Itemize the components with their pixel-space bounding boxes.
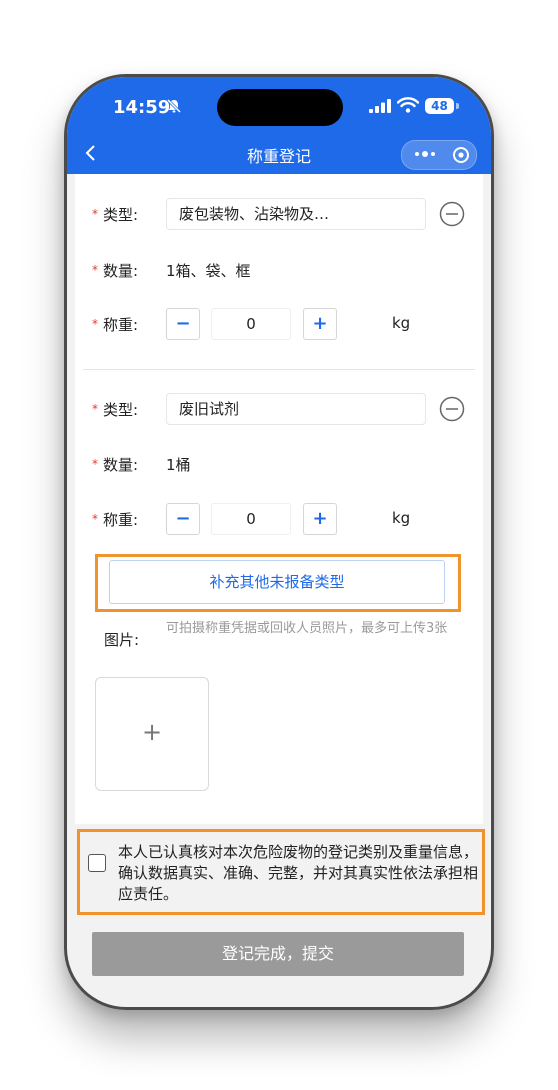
quantity-label: * 数量: bbox=[92, 456, 139, 474]
weight-decrement-button[interactable]: − bbox=[166, 503, 200, 535]
battery-tip bbox=[456, 103, 459, 109]
wifi-icon bbox=[397, 97, 419, 113]
photo-upload-box[interactable]: + bbox=[95, 677, 209, 791]
weight-input[interactable]: 0 bbox=[211, 503, 291, 535]
battery-indicator: 48 bbox=[425, 98, 454, 114]
remove-minus-circle-icon[interactable] bbox=[439, 201, 465, 227]
quantity-label: * 数量: bbox=[92, 262, 139, 280]
remove-minus-circle-icon[interactable] bbox=[439, 396, 465, 422]
weight-label: * 称重: bbox=[92, 316, 139, 334]
status-time: 14:59 bbox=[113, 97, 171, 118]
required-mark: * bbox=[92, 263, 98, 277]
weight-input[interactable]: 0 bbox=[211, 308, 291, 340]
weight-label: * 称重: bbox=[92, 511, 139, 529]
weight-unit: kg bbox=[392, 314, 411, 332]
weight-increment-button[interactable]: + bbox=[303, 308, 337, 340]
phone-frame: 14:59 48 称重登记 * 类型: 废包装物、沾染物及… * 数量: 1箱、… bbox=[64, 74, 494, 1010]
required-mark: * bbox=[92, 317, 98, 331]
consent-text: 本人已认真核对本次危险废物的登记类别及重量信息，确认数据真实、准确、完整，并对其… bbox=[118, 843, 479, 903]
required-mark: * bbox=[92, 457, 98, 471]
photo-hint: 可拍摄称重凭据或回收人员照片，最多可上传3张 bbox=[166, 621, 448, 636]
add-other-type-button[interactable]: 补充其他未报备类型 bbox=[109, 560, 445, 604]
quantity-value: 1桶 bbox=[166, 456, 191, 474]
app-screen: 14:59 48 称重登记 * 类型: 废包装物、沾染物及… * 数量: 1箱、… bbox=[67, 77, 491, 1007]
consent-block: 本人已认真核对本次危险废物的登记类别及重量信息，确认数据真实、准确、完整，并对其… bbox=[77, 829, 485, 915]
consent-checkbox[interactable] bbox=[88, 854, 106, 872]
close-target-icon[interactable] bbox=[452, 146, 470, 164]
mini-program-capsule bbox=[401, 140, 477, 170]
bell-muted-icon bbox=[166, 98, 182, 114]
waste-type-field[interactable]: 废包装物、沾染物及… bbox=[166, 198, 426, 230]
nav-header: 14:59 48 称重登记 bbox=[67, 77, 491, 174]
weight-decrement-button[interactable]: − bbox=[166, 308, 200, 340]
waste-type-field[interactable]: 废旧试剂 bbox=[166, 393, 426, 425]
signal-icon bbox=[369, 99, 391, 113]
weight-unit: kg bbox=[392, 509, 411, 527]
more-dots-icon[interactable] bbox=[414, 150, 436, 158]
photo-label: 图片: bbox=[104, 631, 140, 649]
quantity-value: 1箱、袋、框 bbox=[166, 262, 251, 280]
item-divider bbox=[83, 369, 475, 370]
form-card: * 类型: 废包装物、沾染物及… * 数量: 1箱、袋、框 * 称重: − 0 + k… bbox=[75, 174, 483, 824]
required-mark: * bbox=[92, 402, 98, 416]
type-label: * 类型: bbox=[92, 401, 139, 419]
type-label: * 类型: bbox=[92, 206, 139, 224]
weight-increment-button[interactable]: + bbox=[303, 503, 337, 535]
add-photo-icon: + bbox=[141, 718, 163, 746]
submit-button[interactable]: 登记完成，提交 bbox=[92, 932, 464, 976]
required-mark: * bbox=[92, 207, 98, 221]
required-mark: * bbox=[92, 512, 98, 526]
dynamic-island bbox=[217, 89, 343, 126]
